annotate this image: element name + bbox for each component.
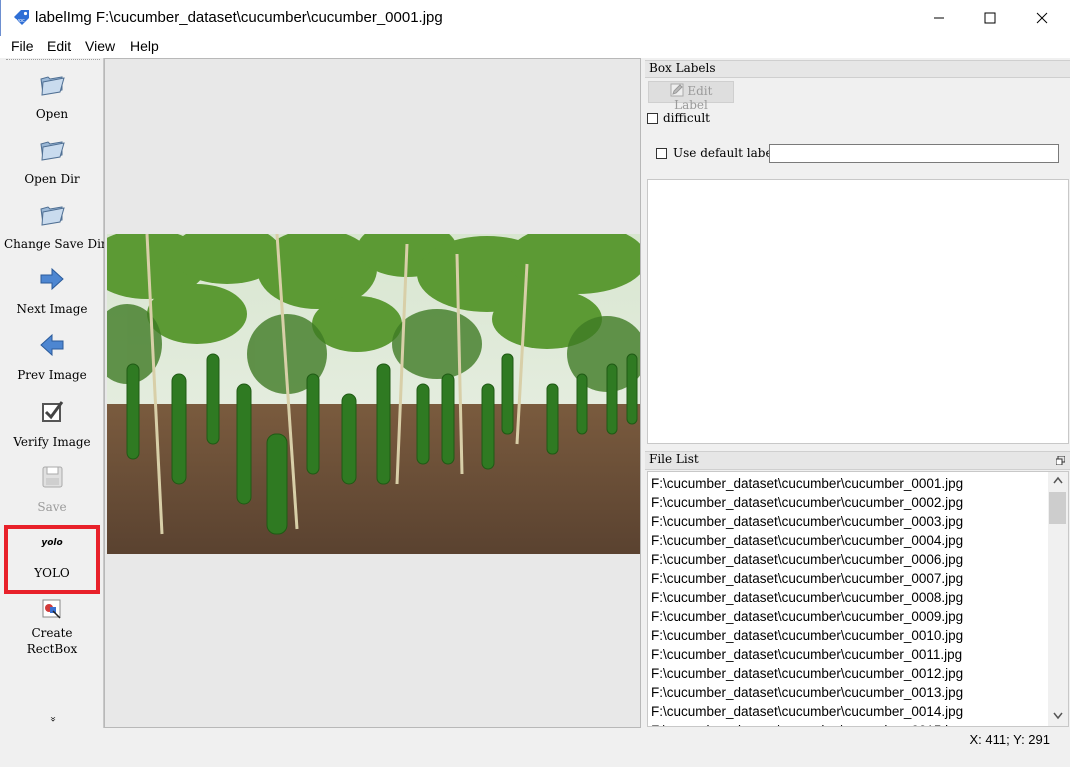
file-list-item[interactable]: F:\cucumber_dataset\cucumber\cucumber_00… [651,569,963,588]
file-list-item[interactable]: F:\cucumber_dataset\cucumber\cucumber_00… [651,550,963,569]
box-labels-panel-title: Box Labels [645,60,1070,78]
create-rectbox-label-2: RectBox [26,642,78,656]
open-dir-label: Open Dir [24,172,80,186]
close-button[interactable] [1019,0,1065,36]
file-list-item[interactable]: F:\cucumber_dataset\cucumber\cucumber_00… [651,512,963,531]
menu-file[interactable]: File [11,38,34,54]
maximize-button[interactable] [967,0,1013,36]
cursor-coordinates: X: 411; Y: 291 [969,732,1050,747]
verify-image-button[interactable]: Verify Image [4,398,100,458]
use-default-label-label: Use default label [673,146,777,160]
next-image-label: Next Image [16,302,88,316]
window-title: labelImg F:\cucumber_dataset\cucumber\cu… [35,9,443,26]
prev-image-button[interactable]: Prev Image [4,331,100,391]
yolo-icon: yolo [41,538,63,548]
next-image-button[interactable]: Next Image [4,265,100,325]
save-label: Save [37,500,67,514]
file-list-scrollbar[interactable] [1048,472,1068,726]
change-save-dir-label: Change Save Dir [4,237,107,251]
minimize-button[interactable] [916,0,962,36]
scroll-up-icon[interactable] [1053,476,1063,484]
menu-help[interactable]: Help [130,38,159,54]
folder-open-icon [40,141,65,161]
arrow-left-icon [40,333,64,357]
menu-bar: File Edit View Help [0,36,1070,58]
label-list[interactable] [647,179,1069,444]
toolbar: Open Open Dir Change Save Dir Next Image… [0,58,107,728]
file-list-item[interactable]: F:\cucumber_dataset\cucumber\cucumber_00… [651,702,963,721]
file-list-item[interactable]: F:\cucumber_dataset\cucumber\cucumber_00… [651,664,963,683]
create-rectbox-label-1: Create [31,626,73,640]
status-bar: X: 411; Y: 291 [0,728,1070,755]
change-save-dir-button[interactable]: Change Save Dir [4,200,107,260]
floppy-disk-icon [42,466,63,488]
use-default-label-checkbox[interactable] [656,148,667,159]
file-list-item[interactable]: F:\cucumber_dataset\cucumber\cucumber_00… [651,493,963,512]
labelimg-tag-icon: voc [14,10,29,25]
file-list-title: File List [649,452,699,466]
folder-open-icon [40,76,65,96]
file-list-item[interactable]: F:\cucumber_dataset\cucumber\cucumber_00… [651,588,963,607]
edit-label-button[interactable]: Edit Label [648,81,734,112]
open-button[interactable]: Open [4,70,100,130]
file-list-item[interactable]: F:\cucumber_dataset\cucumber\cucumber_00… [651,626,963,645]
file-list-panel-title: File List [645,451,1070,470]
difficult-checkbox[interactable] [647,113,658,124]
open-dir-button[interactable]: Open Dir [4,135,100,195]
image-canvas[interactable] [104,58,641,728]
toolbar-grip[interactable] [6,59,100,60]
create-rectbox-icon [42,599,61,619]
default-label-input[interactable] [769,144,1059,163]
prev-image-label: Prev Image [17,368,87,382]
cucumber-field-photo [107,234,640,554]
file-list-item[interactable]: F:\cucumber_dataset\cucumber\cucumber_00… [651,683,963,702]
checkbox-check-icon [42,401,64,422]
file-list-item[interactable]: F:\cucumber_dataset\cucumber\cucumber_00… [651,607,963,626]
file-list-item[interactable]: F:\cucumber_dataset\cucumber\cucumber_00… [651,721,963,726]
edit-pencil-icon [670,83,684,97]
yolo-format-button[interactable]: yolo YOLO [4,529,100,591]
create-rectbox-button[interactable]: Create RectBox [4,598,100,658]
float-dock-icon[interactable] [1056,456,1065,465]
file-list[interactable]: F:\cucumber_dataset\cucumber\cucumber_00… [647,471,1069,727]
maximize-icon [984,12,996,24]
minimize-icon [934,17,944,19]
title-bar: voc labelImg F:\cucumber_dataset\cucumbe… [0,0,1070,36]
verify-image-label: Verify Image [13,435,91,449]
close-icon [1036,12,1048,24]
file-list-item[interactable]: F:\cucumber_dataset\cucumber\cucumber_00… [651,531,963,550]
file-list-item[interactable]: F:\cucumber_dataset\cucumber\cucumber_00… [651,474,963,493]
scroll-down-icon[interactable] [1053,712,1063,720]
file-list-item[interactable]: F:\cucumber_dataset\cucumber\cucumber_00… [651,645,962,664]
save-button[interactable]: Save [4,463,100,523]
yolo-label: YOLO [34,566,70,580]
difficult-label: difficult [663,111,710,125]
open-label: Open [35,107,69,121]
svg-text:voc: voc [16,18,25,24]
menu-view[interactable]: View [85,38,115,54]
menu-edit[interactable]: Edit [47,38,71,54]
folder-open-icon [40,206,65,226]
arrow-right-icon [40,267,64,291]
scrollbar-thumb[interactable] [1049,492,1066,524]
